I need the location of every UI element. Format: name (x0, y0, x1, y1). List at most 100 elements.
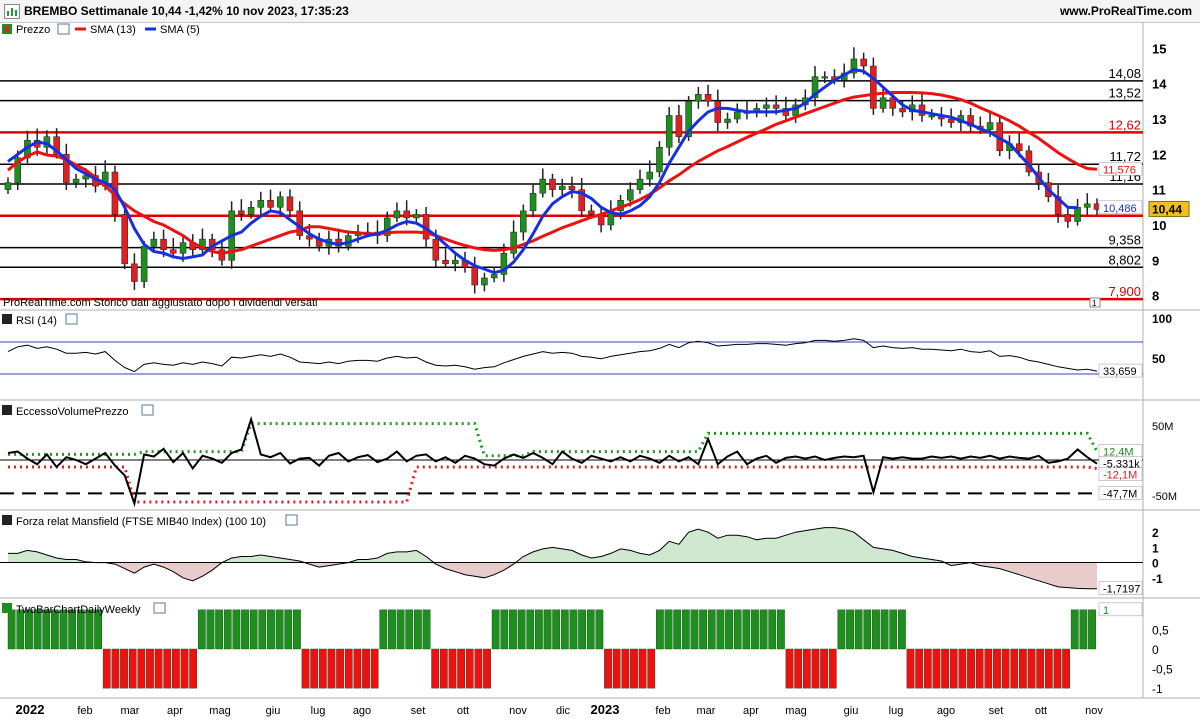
evp-line (7, 415, 1098, 508)
evp-panel[interactable]: EccessoVolumePrezzo 50M-50M 12,4M-5,331k… (0, 404, 1177, 508)
rsi-label[interactable]: RSI (14) (16, 315, 57, 327)
mansfield-label[interactable]: Forza relat Mansfield (FTSE MIB40 Index)… (16, 516, 266, 528)
mansfield-y-tick: 1 (1152, 541, 1159, 555)
twobar-up-bar (422, 609, 431, 650)
candle-down (772, 104, 780, 109)
site-url[interactable]: www.ProRealTime.com (1060, 4, 1192, 18)
mansfield-panel[interactable]: Forza relat Mansfield (FTSE MIB40 Index)… (0, 514, 1163, 596)
twobar-up-bar (595, 609, 604, 650)
evp-last-tags: 12,4M-5,331k-12,1M-47,7M (1098, 444, 1143, 500)
candle-up (558, 185, 566, 190)
twobar-up-bar (509, 609, 517, 650)
price-y-ticks: 15 14 13 12 11 10 9 8 (1152, 41, 1167, 303)
candle-up (452, 260, 459, 265)
candle-up (520, 210, 527, 233)
twobar-panel[interactable]: TwoBarChartDailyWeekly 0,5 0 -0,5 -1 1 (2, 602, 1173, 696)
twobar-up-bar (7, 609, 16, 650)
twobar-y-ticks: 0,5 0 -0,5 -1 (1152, 623, 1173, 696)
candle-down (675, 115, 683, 137)
twobar-last-tag: 1 (1098, 602, 1143, 617)
twobar-y-tick: 0 (1152, 643, 1159, 657)
candle-up (627, 189, 634, 201)
x-axis-label: mar (121, 705, 140, 717)
level-label: 13,52 (1108, 86, 1141, 101)
candle-down (568, 185, 576, 190)
mansfield-y-tick: 2 (1152, 526, 1159, 540)
twobar-up-bar (249, 609, 258, 650)
twobar-label[interactable]: TwoBarChartDailyWeekly (16, 604, 141, 616)
wrench-icon[interactable] (153, 602, 166, 614)
twobar-down-bar (327, 648, 336, 689)
twobar-down-bar (370, 648, 379, 689)
twobar-down-bar (353, 648, 362, 689)
rsi-panel[interactable]: RSI (14) 100 50 33,659 (0, 312, 1172, 378)
x-axis-label: ott (1035, 705, 1047, 717)
twobar-up-bar (716, 609, 725, 650)
x-axis-label: feb (655, 705, 670, 717)
twobar-down-bar (128, 648, 137, 689)
level-label: 11,72 (1109, 149, 1141, 164)
twobar-up-bar (267, 609, 275, 650)
wrench-icon[interactable] (141, 404, 154, 416)
twobar-down-bar (820, 648, 828, 689)
twobar-up-bar (258, 609, 267, 650)
x-axis-label: 2022 (16, 702, 45, 717)
sma5-last-tag: 10,486 (1098, 200, 1143, 215)
price-y-tick: 8 (1152, 289, 1159, 304)
twobar-down-bar (318, 648, 327, 689)
legend-sma5[interactable]: SMA (5) (160, 24, 200, 36)
evp-y-ticks: 50M -50M (1152, 421, 1177, 503)
twobar-down-bar (1053, 648, 1062, 689)
level-label: 12,62 (1108, 117, 1141, 132)
evp-label[interactable]: EccessoVolumePrezzo (16, 406, 129, 418)
x-axis-label: feb (77, 705, 92, 717)
twobar-down-bar (941, 648, 949, 689)
twobar-up-bar (241, 609, 249, 650)
evp-y-tick: -50M (1152, 491, 1177, 503)
twobar-up-bar (837, 609, 846, 650)
candle-up (646, 171, 653, 180)
price-legend-icon-inner (5, 26, 9, 32)
candle-up (1074, 207, 1081, 222)
rsi-last-tag: 33,659 (1098, 363, 1143, 378)
wrench-icon[interactable] (57, 23, 70, 35)
legend-sma13[interactable]: SMA (13) (90, 24, 136, 36)
twobar-down-bar (828, 648, 837, 689)
candle-down (1064, 214, 1072, 222)
twobar-down-bar (811, 648, 820, 689)
x-axis-label: giu (266, 705, 281, 717)
legend-prezzo[interactable]: Prezzo (16, 24, 50, 36)
candle-up (665, 115, 673, 148)
candle-up (140, 245, 148, 282)
price-panel[interactable]: 15141312111098 14,0813,5212,6211,7211,16… (0, 23, 1190, 309)
candle-down (131, 263, 138, 282)
twobar-up-bar (197, 609, 206, 650)
twobar-down-bar (483, 648, 491, 689)
x-axis[interactable]: 2022 feb mar apr mag giu lug ago set ott nov dic 202… (16, 702, 1104, 717)
twobar-up-bar (232, 609, 241, 650)
x-axis-label: nov (509, 705, 527, 717)
evp-legend-icon (2, 405, 12, 415)
chart-canvas[interactable]: 15141312111098 14,0813,5212,6211,7211,16… (0, 22, 1200, 720)
candle-up (724, 118, 731, 123)
twobar-down-bar (189, 648, 198, 689)
mansfield-last-tag: -1,7197 (1098, 581, 1143, 596)
candle-down (238, 210, 245, 215)
twobar-down-bar (336, 648, 344, 689)
sma13-last-tag-text: 11,576 (1103, 164, 1136, 176)
sma5-last-tag-text: 10,486 (1103, 203, 1137, 215)
mansfield-negative-area (8, 562, 1097, 589)
twobar-up-bar (863, 609, 872, 650)
price-y-tick: 13 (1152, 112, 1166, 127)
twobar-up-bar (543, 609, 552, 650)
twobar-down-bar (612, 648, 621, 689)
price-footnote: ProRealTime.com Storico dati aggiustato … (3, 297, 317, 309)
wrench-icon[interactable] (285, 514, 298, 526)
rsi-y-ticks: 100 50 (1152, 312, 1172, 366)
twobar-down-bar (638, 648, 647, 689)
wrench-icon[interactable] (65, 313, 78, 325)
x-axis-label: lug (311, 705, 326, 717)
twobar-down-bar (474, 648, 483, 689)
candle-up (393, 210, 401, 219)
twobar-up-bar (768, 609, 777, 650)
